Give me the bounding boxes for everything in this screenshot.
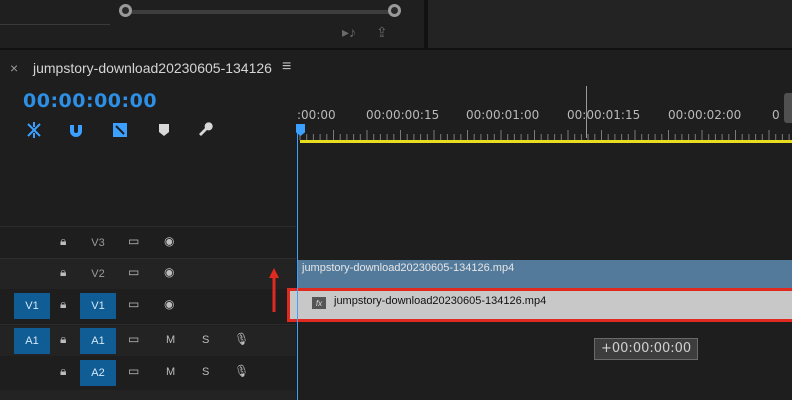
- track-divider: [0, 226, 296, 227]
- track-header-a1: A1 🔒︎ A1 ▭ M S 🎙︎: [0, 326, 296, 356]
- ruler-label: 00:00:01:00: [466, 108, 540, 122]
- ruler-label: :00:00: [297, 108, 336, 122]
- timecode-tooltip: +00:00:00:00: [594, 338, 699, 360]
- work-area-bar[interactable]: [300, 140, 792, 143]
- snap-icon[interactable]: [24, 120, 44, 140]
- mouse-cursor-line: [586, 86, 587, 138]
- ruler-label: 00:00:01:15: [567, 108, 641, 122]
- clip-name: jumpstory-download20230605-134126.mp4: [334, 295, 547, 307]
- eye-icon[interactable]: ◉: [164, 265, 174, 279]
- track-header-v3: 🔒︎ V3 ▭ ◉: [0, 228, 296, 258]
- in-point-handle[interactable]: [119, 4, 132, 17]
- track-header-a2: 🔒︎ A2 ▭ M S 🎙︎: [0, 358, 296, 388]
- ruler-label: 00:00:00:15: [366, 108, 440, 122]
- clip-v1-highlighted[interactable]: fx jumpstory-download20230605-134126.mp4: [287, 288, 792, 322]
- zoom-scroll-handle[interactable]: [784, 93, 792, 123]
- track-header-v1: V1 🔒︎ V1 ▭ ◉: [0, 291, 296, 321]
- eye-icon[interactable]: ◉: [164, 234, 174, 248]
- track-target-a1[interactable]: A1: [80, 328, 116, 354]
- solo-button[interactable]: S: [202, 366, 209, 378]
- track-target-v2[interactable]: V2: [80, 261, 116, 287]
- lock-icon[interactable]: 🔒︎: [60, 297, 66, 312]
- playhead-line[interactable]: [297, 124, 298, 400]
- lock-icon[interactable]: 🔒︎: [60, 364, 66, 379]
- sync-lock-icon[interactable]: ▭: [128, 332, 139, 346]
- track-header-a3-partial: [0, 390, 296, 400]
- mute-button[interactable]: M: [166, 334, 175, 346]
- magnet-icon[interactable]: [66, 120, 86, 140]
- lock-icon[interactable]: 🔒︎: [60, 234, 66, 249]
- track-target-v1[interactable]: V1: [80, 293, 116, 319]
- track-target-a2[interactable]: A2: [80, 360, 116, 386]
- eye-icon[interactable]: ◉: [164, 297, 174, 311]
- clip-v2[interactable]: jumpstory-download20230605-134126.mp4: [298, 260, 792, 288]
- panel-rule: [0, 24, 110, 25]
- track-divider: [0, 324, 296, 325]
- panel-divider: [424, 0, 428, 48]
- mute-button[interactable]: M: [166, 366, 175, 378]
- arrow-up-icon: [269, 268, 279, 312]
- sync-lock-icon[interactable]: ▭: [128, 364, 139, 378]
- sync-lock-icon[interactable]: ▭: [128, 297, 139, 311]
- sequence-tab-title[interactable]: jumpstory-download20230605-134126: [33, 60, 272, 76]
- ruler-label-partial: 0: [772, 108, 780, 122]
- clip-name: jumpstory-download20230605-134126.mp4: [302, 262, 515, 274]
- panel-menu-icon[interactable]: ≡: [282, 58, 291, 76]
- scrub-bar[interactable]: [124, 10, 396, 14]
- linked-selection-icon[interactable]: [110, 120, 130, 140]
- track-target-v3[interactable]: V3: [80, 230, 116, 256]
- out-point-handle[interactable]: [388, 4, 401, 17]
- source-patch-a1[interactable]: A1: [14, 328, 50, 354]
- insert-icon[interactable]: ▸♪: [342, 24, 356, 41]
- lock-icon[interactable]: 🔒︎: [60, 332, 66, 347]
- ruler-label: 00:00:02:00: [668, 108, 742, 122]
- export-frame-icon[interactable]: ⇪: [376, 24, 388, 41]
- monitor-strip: ▸♪ ⇪: [0, 0, 792, 48]
- panel-border: [0, 48, 792, 50]
- wrench-icon[interactable]: [196, 120, 216, 140]
- ruler-ticks[interactable]: [298, 130, 792, 140]
- fx-badge: fx: [312, 297, 326, 309]
- microphone-icon[interactable]: 🎙︎: [234, 364, 249, 378]
- lock-icon[interactable]: 🔒︎: [60, 265, 66, 280]
- track-header-v2: 🔒︎ V2 ▭ ◉: [0, 259, 296, 289]
- playhead-timecode[interactable]: 00:00:00:00: [23, 90, 157, 112]
- sync-lock-icon[interactable]: ▭: [128, 265, 139, 279]
- close-icon[interactable]: ×: [10, 60, 18, 76]
- marker-icon[interactable]: [154, 120, 174, 140]
- source-patch-v1[interactable]: V1: [14, 293, 50, 319]
- microphone-icon[interactable]: 🎙︎: [234, 332, 249, 346]
- solo-button[interactable]: S: [202, 334, 209, 346]
- sync-lock-icon[interactable]: ▭: [128, 234, 139, 248]
